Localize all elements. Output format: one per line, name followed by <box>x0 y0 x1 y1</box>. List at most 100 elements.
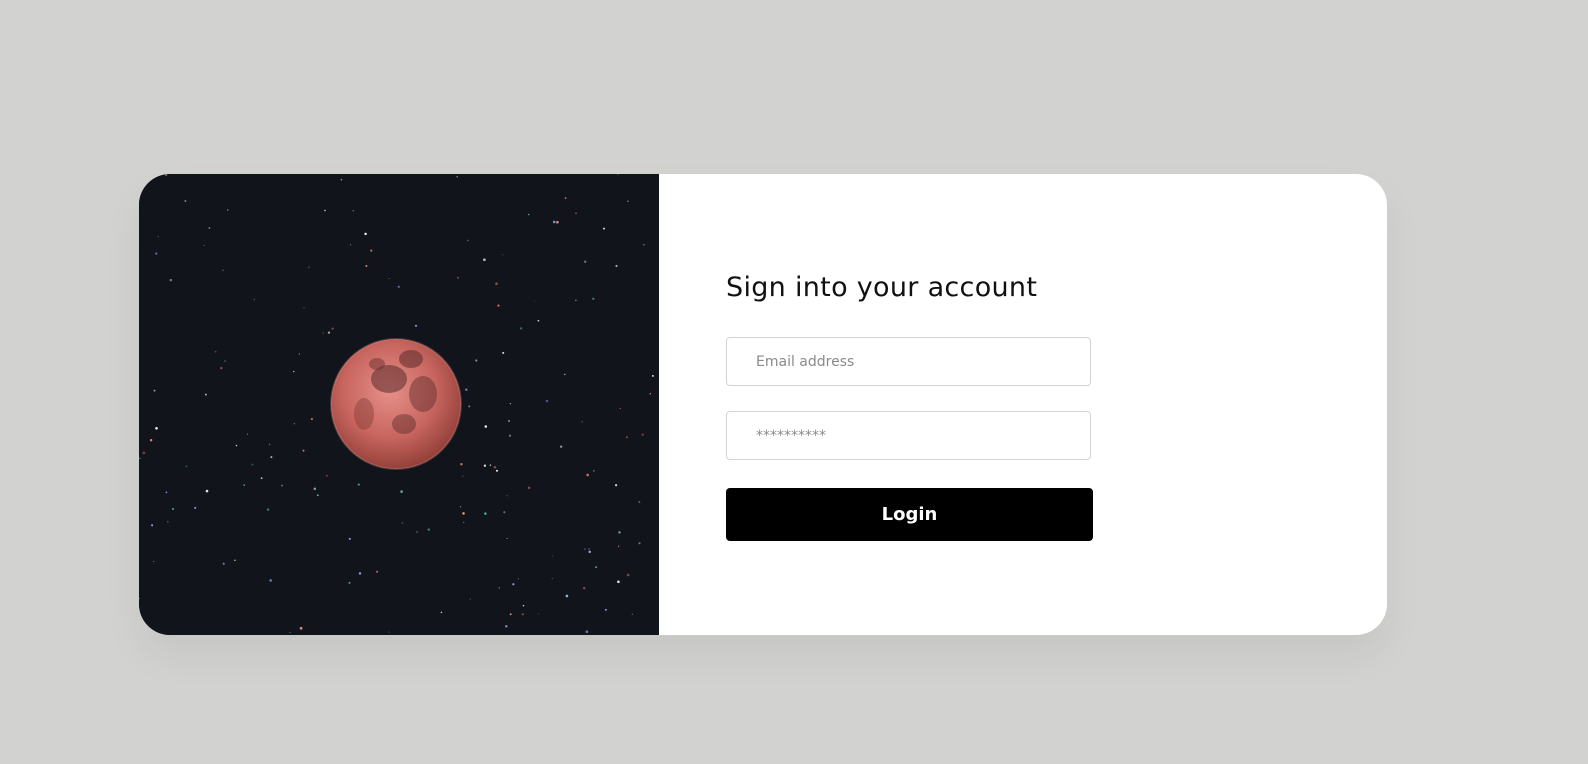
star-dot <box>459 506 462 508</box>
star-dot <box>214 350 217 353</box>
star-dot <box>349 244 352 246</box>
star-dot <box>560 445 563 448</box>
star-dot <box>243 484 245 486</box>
star-dot <box>484 512 487 515</box>
star-dot <box>266 508 270 511</box>
star-dot <box>289 632 291 634</box>
star-dot <box>537 319 540 322</box>
star-dot <box>456 276 459 279</box>
star-dot <box>144 631 146 633</box>
login-button[interactable]: Login <box>726 488 1093 541</box>
star-dot <box>205 489 209 493</box>
star-dot <box>617 174 619 176</box>
star-dot <box>538 613 540 615</box>
moon-night-sky-image <box>139 174 659 635</box>
star-dot <box>348 537 351 540</box>
star-dot <box>592 470 595 472</box>
star-dot <box>462 512 465 515</box>
star-dot <box>222 562 225 565</box>
star-dot <box>427 528 431 531</box>
star-dot <box>565 594 569 598</box>
star-dot <box>483 464 487 467</box>
star-dot <box>522 604 525 607</box>
star-dot <box>588 550 591 554</box>
moon-image-panel <box>139 174 659 635</box>
star-dot <box>615 264 618 268</box>
star-dot <box>370 249 373 252</box>
email-field[interactable] <box>726 337 1091 386</box>
star-dot <box>517 578 519 580</box>
star-dot <box>552 220 556 224</box>
star-dot <box>493 465 497 469</box>
star-dot <box>364 232 367 236</box>
star-dot <box>165 491 168 494</box>
star-dot <box>169 278 173 282</box>
star-dot <box>585 630 589 634</box>
star-dot <box>313 487 317 491</box>
star-dot <box>234 559 236 562</box>
star-dot <box>460 462 463 466</box>
star-dot <box>534 300 536 302</box>
star-dot <box>586 473 590 477</box>
star-dot <box>468 405 471 408</box>
star-dot <box>595 566 597 568</box>
star-dot <box>400 490 403 493</box>
star-dot <box>483 258 486 262</box>
star-dot <box>184 200 187 202</box>
star-dot <box>155 252 158 255</box>
star-dot <box>251 463 254 466</box>
star-dot <box>564 197 567 199</box>
star-dot <box>484 425 488 428</box>
login-form: Sign into your account Login <box>659 174 1387 635</box>
star-dot <box>253 298 255 301</box>
star-dot <box>331 327 334 330</box>
star-dot <box>545 399 549 403</box>
star-dot <box>235 444 238 447</box>
star-dot <box>625 436 628 439</box>
star-dot <box>584 260 587 263</box>
star-dot <box>401 522 404 524</box>
star-dot <box>293 423 296 425</box>
star-dot <box>157 236 159 238</box>
star-dot <box>365 264 368 268</box>
star-dot <box>348 581 351 584</box>
star-dot <box>327 331 331 334</box>
star-dot <box>564 373 566 376</box>
star-dot <box>469 598 471 600</box>
star-dot <box>617 545 620 547</box>
star-dot <box>151 524 154 527</box>
password-field[interactable] <box>726 411 1091 460</box>
star-dot <box>638 542 641 545</box>
star-dot <box>603 227 605 230</box>
star-dot <box>204 393 207 396</box>
star-dot <box>208 227 211 229</box>
star-dot <box>502 254 504 256</box>
star-dot <box>466 239 469 242</box>
star-dot <box>626 573 630 577</box>
star-dot <box>293 370 295 373</box>
star-dot <box>260 477 263 479</box>
star-dot <box>139 457 141 460</box>
star-dot <box>340 178 343 181</box>
star-dot <box>503 511 506 514</box>
star-dot <box>508 434 512 437</box>
star-dot <box>414 324 418 327</box>
star-dot <box>575 299 577 302</box>
star-dot <box>581 421 583 423</box>
star-dot <box>617 580 620 584</box>
star-dot <box>308 266 310 268</box>
star-dot <box>298 353 301 355</box>
star-dot <box>299 626 303 630</box>
star-dot <box>303 307 305 309</box>
star-dot <box>556 220 559 224</box>
star-dot <box>358 572 362 575</box>
star-dot <box>155 426 158 430</box>
star-dot <box>527 486 531 490</box>
star-dot <box>509 403 511 405</box>
star-dot <box>326 474 328 477</box>
star-dot <box>649 392 652 395</box>
star-dot <box>352 209 355 212</box>
login-card: Sign into your account Login <box>139 174 1387 635</box>
star-dot <box>153 560 155 563</box>
star-dot <box>268 443 271 446</box>
